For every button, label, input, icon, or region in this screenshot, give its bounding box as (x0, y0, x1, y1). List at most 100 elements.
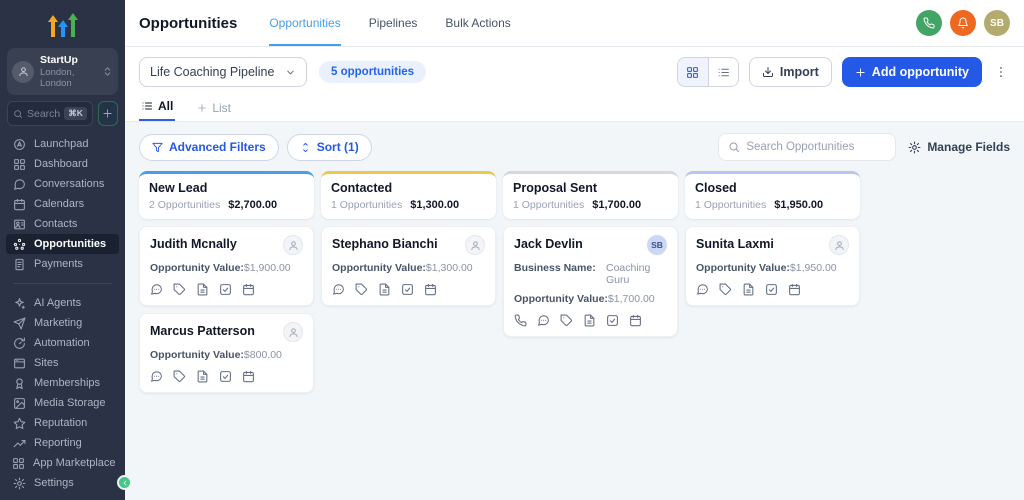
sidebar-item-dashboard[interactable]: Dashboard (6, 154, 119, 174)
message-icon[interactable] (150, 283, 163, 296)
column-title: Proposal Sent (513, 181, 598, 195)
opportunity-name: Stephano Bianchi (332, 237, 438, 251)
launchpad-icon (12, 138, 26, 151)
pipeline-select[interactable]: Life Coaching Pipeline (139, 57, 307, 87)
opportunity-name: Marcus Patterson (150, 324, 255, 338)
opportunity-card-marcus-patterson[interactable]: Marcus Patterson Opportunity Value: $800.0… (139, 313, 314, 393)
opportunity-card-stephano-bianchi[interactable]: Stephano Bianchi Opportunity Value: $1,300… (321, 226, 496, 306)
sidebar-item-label: Contacts (34, 218, 78, 230)
calendar-icon[interactable] (424, 283, 437, 296)
message-icon[interactable] (332, 283, 345, 296)
tab-add-list[interactable]: List (195, 101, 233, 121)
assignee-avatar-icon[interactable] (283, 322, 303, 342)
bell-icon (957, 17, 969, 29)
assignee-avatar[interactable]: SB (647, 235, 667, 255)
sidebar-item-label: Dashboard (34, 158, 88, 170)
sidebar-item-sites[interactable]: Sites (6, 353, 119, 373)
advanced-filters-button[interactable]: Advanced Filters (139, 133, 279, 161)
sidebar-item-reputation[interactable]: Reputation (6, 413, 119, 433)
header-tab-opportunities[interactable]: Opportunities (269, 0, 341, 46)
task-icon[interactable] (401, 283, 414, 296)
grid-view-button[interactable] (677, 58, 708, 86)
dashboard-icon (12, 158, 26, 171)
sidebar-item-launchpad[interactable]: Launchpad (6, 134, 119, 154)
opportunity-search-input[interactable] (746, 141, 887, 153)
calendar-icon[interactable] (629, 314, 642, 327)
file-icon[interactable] (196, 283, 209, 296)
more-options-button[interactable] (992, 63, 1010, 81)
sidebar-search-input[interactable]: Search ⌘K (7, 101, 93, 126)
sidebar-item-label: Opportunities (34, 238, 107, 250)
sidebar-item-payments[interactable]: Payments (6, 254, 119, 274)
phone-icon[interactable] (514, 314, 527, 327)
file-icon[interactable] (196, 370, 209, 383)
sidebar-collapse-button[interactable] (117, 475, 132, 490)
tag-icon[interactable] (173, 283, 186, 296)
message-icon[interactable] (150, 370, 163, 383)
tag-icon[interactable] (719, 283, 732, 296)
user-avatar[interactable]: SB (984, 10, 1010, 36)
sort-button[interactable]: Sort (1) (286, 133, 372, 161)
sidebar-item-conversations[interactable]: Conversations (6, 174, 119, 194)
sidebar-item-app-marketplace[interactable]: App Marketplace (6, 453, 119, 473)
task-icon[interactable] (219, 370, 232, 383)
sidebar-item-ai-agents[interactable]: AI Agents (6, 293, 119, 313)
highlevel-logo (0, 0, 125, 44)
assignee-avatar-icon[interactable] (829, 235, 849, 255)
opportunity-card-sunita-laxmi[interactable]: Sunita Laxmi Opportunity Value: $1,950.00 (685, 226, 860, 306)
plus-icon (197, 103, 207, 113)
task-icon[interactable] (765, 283, 778, 296)
calendar-icon[interactable] (788, 283, 801, 296)
sidebar-item-calendars[interactable]: Calendars (6, 194, 119, 214)
sidebar-item-label: Payments (34, 258, 83, 270)
sidebar-item-automation[interactable]: Automation (6, 333, 119, 353)
opportunity-name: Jack Devlin (514, 237, 583, 251)
sidebar-divider (13, 283, 112, 284)
list-view-button[interactable] (707, 58, 738, 86)
manage-fields-button[interactable]: Manage Fields (908, 140, 1010, 154)
sidebar-item-reporting[interactable]: Reporting (6, 433, 119, 453)
sidebar-item-settings[interactable]: Settings (6, 473, 119, 493)
task-icon[interactable] (219, 283, 232, 296)
import-button[interactable]: Import (748, 57, 832, 87)
sidebar-item-opportunities[interactable]: Opportunities (6, 234, 119, 254)
phone-button[interactable] (916, 10, 942, 36)
tab-all[interactable]: All (139, 99, 176, 121)
column-count: 1 Opportunities (695, 199, 767, 211)
sidebar-item-media-storage[interactable]: Media Storage (6, 393, 119, 413)
sidebar-item-marketing[interactable]: Marketing (6, 313, 119, 333)
column-value: $1,950.00 (774, 199, 824, 211)
opportunity-name: Judith Mcnally (150, 237, 237, 251)
column-title: New Lead (149, 181, 208, 195)
assignee-avatar-icon[interactable] (465, 235, 485, 255)
message-icon[interactable] (537, 314, 550, 327)
tag-icon[interactable] (173, 370, 186, 383)
header-tab-pipelines[interactable]: Pipelines (369, 0, 418, 46)
header-tab-bulk-actions[interactable]: Bulk Actions (445, 0, 510, 46)
sidebar-search-placeholder: Search (27, 107, 61, 120)
calendar-icon[interactable] (242, 370, 255, 383)
notifications-button[interactable] (950, 10, 976, 36)
add-opportunity-button[interactable]: Add opportunity (841, 57, 982, 87)
file-icon[interactable] (742, 283, 755, 296)
tag-icon[interactable] (355, 283, 368, 296)
sidebar-item-contacts[interactable]: Contacts (6, 214, 119, 234)
tag-icon[interactable] (560, 314, 573, 327)
file-icon[interactable] (378, 283, 391, 296)
header-tabs: Opportunities Pipelines Bulk Actions (269, 0, 511, 46)
gear-icon (12, 477, 26, 490)
task-icon[interactable] (606, 314, 619, 327)
funnel-icon (152, 142, 163, 153)
sidebar-nav-secondary: AI Agents Marketing Automation Sites Members… (0, 293, 125, 473)
sidebar-item-memberships[interactable]: Memberships (6, 373, 119, 393)
assignee-avatar-icon[interactable] (283, 235, 303, 255)
field-label: Opportunity Value: (514, 293, 608, 305)
message-icon[interactable] (696, 283, 709, 296)
file-icon[interactable] (583, 314, 596, 327)
sidebar-quick-add-button[interactable] (97, 101, 118, 126)
opportunity-card-judith-mcnally[interactable]: Judith Mcnally Opportunity Value: $1,900.0… (139, 226, 314, 306)
calendar-icon[interactable] (242, 283, 255, 296)
opportunity-card-jack-devlin[interactable]: Jack Devlin SB Business Name: Coaching Guru… (503, 226, 678, 337)
agency-switcher[interactable]: StartUp London, London (7, 48, 118, 95)
field-value: $1,950.00 (789, 262, 837, 274)
